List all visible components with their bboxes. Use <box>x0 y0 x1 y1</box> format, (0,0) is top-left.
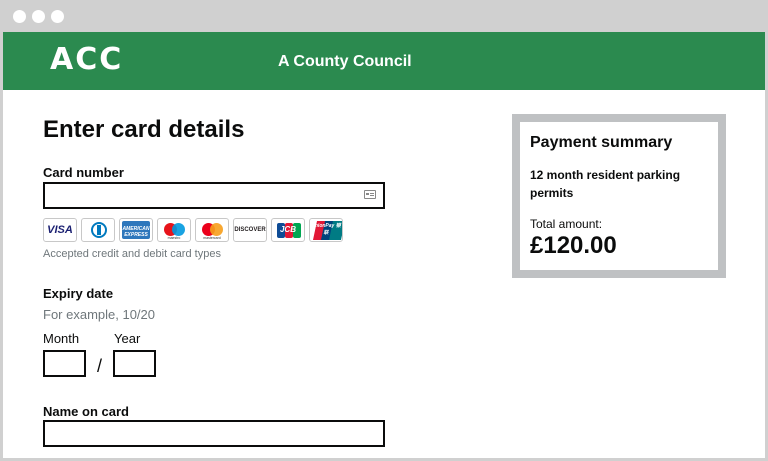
site-header: ACC A County Council <box>3 32 765 90</box>
name-on-card-input[interactable] <box>43 420 385 447</box>
card-number-input[interactable] <box>43 182 385 209</box>
diners-club-logo-icon <box>81 218 115 242</box>
discover-logo-text: DISCOVER <box>234 227 266 233</box>
visa-logo-icon: VISA <box>43 218 77 242</box>
expiry-year-label: Year <box>114 331 141 346</box>
expiry-separator: / <box>97 356 103 376</box>
jcb-logo-icon: JCB <box>271 218 305 242</box>
window-titlebar <box>0 0 768 32</box>
council-name: A County Council <box>278 53 412 70</box>
american-express-logo-icon: AMERICAN EXPRESS <box>119 218 153 242</box>
page-viewport: ACC A County Council Enter card details … <box>3 32 765 458</box>
payment-summary-title: Payment summary <box>530 134 673 151</box>
accepted-cards-hint: Accepted credit and debit card types <box>43 248 221 260</box>
window-close-dot[interactable] <box>13 10 26 23</box>
mastercard-logo-icon: mastercard <box>195 218 229 242</box>
total-amount-label: Total amount: <box>530 217 603 231</box>
expiry-date-label: Expiry date <box>43 286 114 301</box>
name-on-card-label: Name on card <box>43 404 129 419</box>
unionpay-logo-text: UnionPay 银联 <box>311 223 341 236</box>
visa-logo-text: VISA <box>47 224 73 236</box>
council-logo[interactable]: ACC <box>50 42 123 77</box>
total-amount-value: £120.00 <box>530 232 617 259</box>
browser-window: ACC A County Council Enter card details … <box>0 0 768 461</box>
unionpay-logo-icon: UnionPay 银联 <box>309 218 343 242</box>
jcb-logo-text: JCB <box>279 225 296 234</box>
maestro-logo-icon: maestro <box>157 218 191 242</box>
expiry-month-label: Month <box>43 331 80 346</box>
mastercard-logo-text: mastercard <box>203 236 221 240</box>
payment-item-description: 12 month resident parking permits <box>530 168 681 200</box>
expiry-date-hint: For example, 10/20 <box>43 307 156 322</box>
maestro-logo-text: maestro <box>167 236 181 240</box>
page-title: Enter card details <box>43 116 245 143</box>
credit-card-icon <box>364 190 376 199</box>
amex-logo-text: AMERICAN EXPRESS <box>122 226 150 238</box>
card-number-label: Card number <box>43 165 124 180</box>
expiry-month-input[interactable] <box>43 350 86 377</box>
payment-summary-panel: Payment summary 12 month resident parkin… <box>512 114 726 278</box>
window-minimize-dot[interactable] <box>32 10 45 23</box>
window-maximize-dot[interactable] <box>51 10 64 23</box>
discover-logo-icon: DISCOVER <box>233 218 267 242</box>
expiry-year-input[interactable] <box>113 350 156 377</box>
